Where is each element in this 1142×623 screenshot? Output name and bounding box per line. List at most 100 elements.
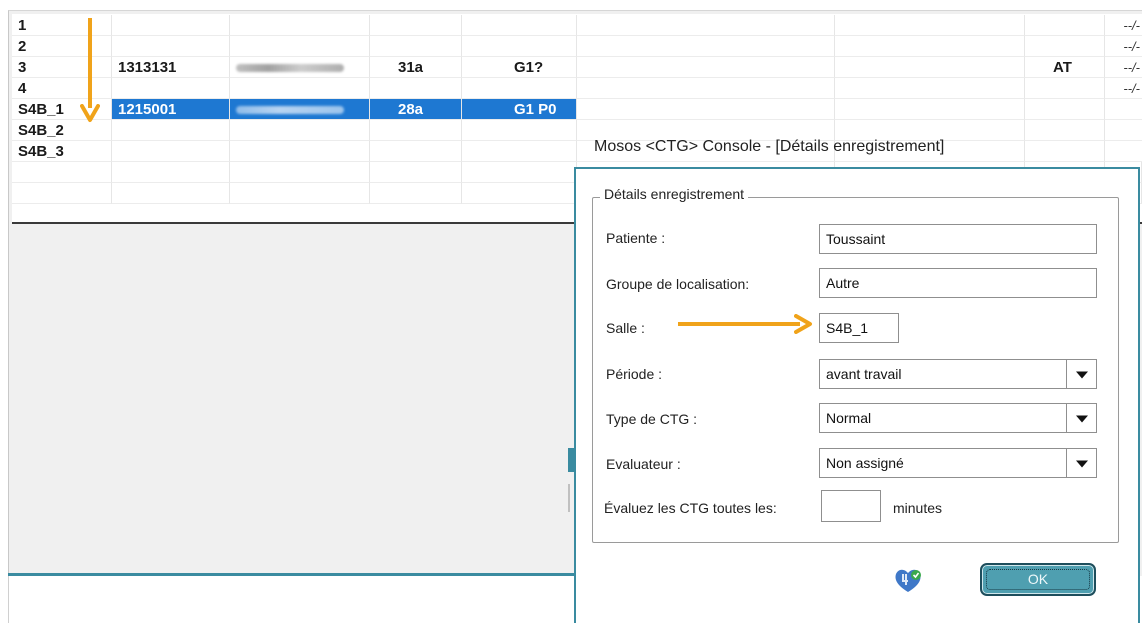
empty-cell xyxy=(462,183,577,204)
status-cell xyxy=(1025,141,1105,162)
tail-cell: --/- xyxy=(1105,15,1142,36)
table-row[interactable]: 1 --/- xyxy=(12,15,1142,36)
tail-value: --/- xyxy=(1123,18,1140,33)
patient-name-cell xyxy=(230,57,370,78)
patient-name-cell xyxy=(230,78,370,99)
age-cell xyxy=(370,78,462,99)
status-cell xyxy=(1025,15,1105,36)
table-row[interactable]: S4B_3 xyxy=(12,141,1142,162)
patient-name-cell xyxy=(230,15,370,36)
num-cell xyxy=(112,120,230,141)
dialog-title: Mosos <CTG> Console - [Détails enregistr… xyxy=(594,138,945,155)
chevron-down-icon[interactable] xyxy=(1066,360,1096,388)
evaluator-value: Non assigné xyxy=(826,455,904,471)
evaluator-select[interactable]: Non assigné xyxy=(819,448,1097,478)
location-group-label: Groupe de localisation: xyxy=(606,276,750,292)
chevron-down-icon[interactable] xyxy=(1066,404,1096,432)
age-cell xyxy=(370,36,462,57)
empty-cell xyxy=(835,57,1025,78)
room-label: Salle : xyxy=(606,320,645,336)
ctg-type-value: Normal xyxy=(826,410,872,426)
status-cell xyxy=(1025,36,1105,57)
empty-cell xyxy=(577,78,835,99)
num-cell: 1313131 xyxy=(112,57,230,78)
ctg-type-select[interactable]: Normal xyxy=(819,403,1097,433)
age-cell: 28a xyxy=(370,99,462,120)
interval-field[interactable] xyxy=(821,490,881,522)
status-cell xyxy=(1025,99,1105,120)
redacted-name xyxy=(236,106,344,115)
redacted-name xyxy=(236,64,344,73)
age-cell: 31a xyxy=(370,57,462,78)
table-row[interactable]: 3 1313131 31a G1? AT --/- xyxy=(12,57,1142,78)
num-cell xyxy=(112,15,230,36)
empty-cell xyxy=(577,99,835,120)
empty-cell xyxy=(835,15,1025,36)
group-cell xyxy=(462,36,577,57)
num-cell: 1215001 xyxy=(112,99,230,120)
patient-label: Patiente : xyxy=(606,230,666,246)
group-cell: G1? xyxy=(462,57,577,78)
interval-label: Évaluez les CTG toutes les: xyxy=(604,500,777,516)
groupbox-title: Détails enregistrement xyxy=(600,186,749,202)
num-cell xyxy=(112,141,230,162)
empty-cell xyxy=(577,15,835,36)
age-cell xyxy=(370,15,462,36)
table-row[interactable]: 2 --/- xyxy=(12,36,1142,57)
empty-cell xyxy=(835,78,1025,99)
num-cell xyxy=(112,36,230,57)
table-row[interactable]: 4 --/- xyxy=(12,78,1142,99)
tail-value: --/- xyxy=(1123,39,1140,54)
patient-field[interactable]: Toussaint xyxy=(819,224,1097,254)
id-cell: 4 xyxy=(12,78,112,99)
empty-cell xyxy=(112,162,230,183)
location-group-field[interactable]: Autre xyxy=(819,268,1097,298)
tail-cell xyxy=(1105,120,1142,141)
age-cell xyxy=(370,141,462,162)
window-edge xyxy=(8,576,9,623)
status-cell xyxy=(1025,120,1105,141)
patient-name-cell xyxy=(230,36,370,57)
status-cell: AT xyxy=(1025,57,1105,78)
empty-cell xyxy=(370,162,462,183)
tail-cell: --/- xyxy=(1105,78,1142,99)
ok-button[interactable]: OK xyxy=(980,563,1096,596)
group-cell xyxy=(462,78,577,99)
group-cell xyxy=(462,120,577,141)
empty-cell xyxy=(230,183,370,204)
patient-name-cell xyxy=(230,120,370,141)
period-label: Période : xyxy=(606,366,663,382)
empty-cell xyxy=(835,36,1025,57)
tail-cell xyxy=(1105,141,1142,162)
empty-cell xyxy=(370,183,462,204)
group-cell xyxy=(462,15,577,36)
id-cell: 1 xyxy=(12,15,112,36)
id-cell: 2 xyxy=(12,36,112,57)
empty-cell xyxy=(462,162,577,183)
ctg-type-label: Type de CTG : xyxy=(606,411,698,427)
window-divider xyxy=(8,573,574,576)
empty-cell xyxy=(12,162,112,183)
group-cell xyxy=(462,141,577,162)
tail-value: --/- xyxy=(1123,60,1140,75)
period-select[interactable]: avant travail xyxy=(819,359,1097,389)
empty-cell xyxy=(112,183,230,204)
patient-name-cell xyxy=(230,141,370,162)
interval-unit: minutes xyxy=(893,500,943,516)
group-cell: G1 P0 xyxy=(462,99,577,120)
empty-cell xyxy=(577,36,835,57)
empty-cell xyxy=(577,57,835,78)
empty-cell xyxy=(12,183,112,204)
room-field[interactable]: S4B_1 xyxy=(819,313,899,343)
tail-cell: --/- xyxy=(1105,36,1142,57)
hidden-divider-bottom xyxy=(568,484,570,512)
empty-cell xyxy=(835,99,1025,120)
status-cell xyxy=(1025,78,1105,99)
table-row[interactable]: S4B_1 1215001 28a G1 P0 xyxy=(12,99,1142,120)
help-badge-icon[interactable] xyxy=(893,566,923,594)
evaluator-label: Evaluateur : xyxy=(606,456,681,472)
chevron-down-icon[interactable] xyxy=(1066,449,1096,477)
id-cell: S4B_3 xyxy=(12,141,112,162)
table-row[interactable]: S4B_2 xyxy=(12,120,1142,141)
tail-cell xyxy=(1105,99,1142,120)
